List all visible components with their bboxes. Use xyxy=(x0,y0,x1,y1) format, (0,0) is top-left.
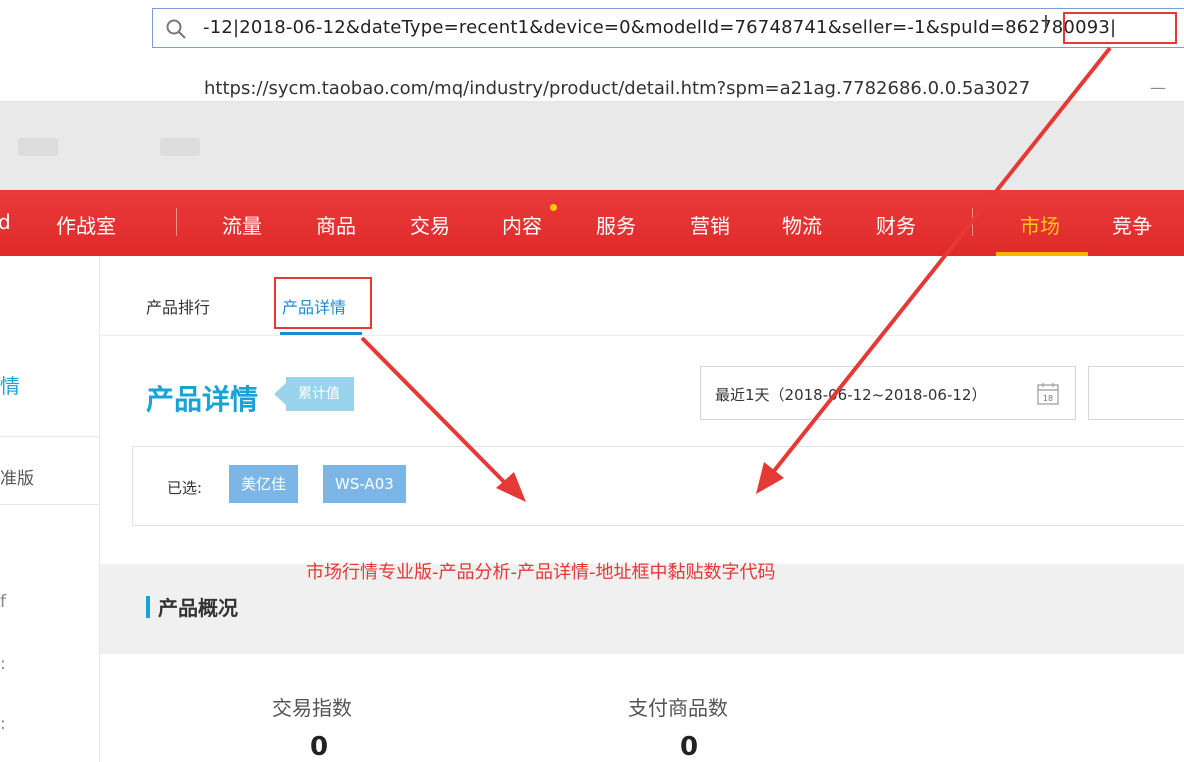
sidebar-divider xyxy=(0,504,100,505)
nav-separator xyxy=(176,208,177,236)
metric-value-trade-index: 0 xyxy=(310,732,329,762)
spuid-highlight-box xyxy=(1063,12,1177,44)
chip-brand[interactable]: 美亿佳 xyxy=(229,465,299,503)
cumulative-badge: 累计值 xyxy=(274,377,354,411)
browser-page: -12|2018-06-12&dateType=recent1&device=0… xyxy=(0,0,1184,762)
section-title: 产品概况 xyxy=(158,596,238,620)
selected-filter-box: 已选: 美亿佳 WS-A03 xyxy=(132,446,1184,526)
nav-item-products[interactable]: 商品 xyxy=(316,210,356,239)
calendar-icon[interactable]: 18 xyxy=(1035,381,1061,407)
nav-item-service[interactable]: 服务 xyxy=(596,210,636,239)
sidebar-item-partial[interactable]: f xyxy=(0,592,6,612)
sidebar-item-partial[interactable]: : xyxy=(0,654,6,674)
url-text[interactable]: -12|2018-06-12&dateType=recent1&device=0… xyxy=(203,17,1116,38)
tab-active-indicator xyxy=(280,332,362,335)
chip-model[interactable]: WS-A03 xyxy=(323,465,406,503)
instruction-annotation: 市场行情专业版-产品分析-产品详情-地址框中黏贴数字代码 xyxy=(306,562,776,583)
sidebar-item-partial[interactable]: : xyxy=(0,714,6,734)
date-range-text: 最近1天（2018-06-12~2018-06-12） xyxy=(715,386,987,404)
sub-tabs: 产品排行 产品详情 xyxy=(100,256,1184,336)
calendar-day: 18 xyxy=(1043,394,1053,403)
nav-item-war-room[interactable]: 作战室 xyxy=(56,210,116,239)
nav-separator xyxy=(972,208,973,236)
main-content: 产品排行 产品详情 产品详情 累计值 最近1天（2018-06-12~2018-… xyxy=(100,256,1184,762)
metrics-panel: 交易指数 0 支付商品数 0 xyxy=(100,654,1184,762)
url-suggestion[interactable]: https://sycm.taobao.com/mq/industry/prod… xyxy=(0,60,1184,102)
nav-item-logistics[interactable]: 物流 xyxy=(782,210,822,239)
page-title: 产品详情 xyxy=(146,383,259,416)
selected-label: 已选: xyxy=(167,479,203,497)
metric-label-paid-items: 支付商品数 xyxy=(628,696,728,720)
sidebar-item-standard[interactable]: 准版 xyxy=(0,464,34,489)
address-bar[interactable]: -12|2018-06-12&dateType=recent1&device=0… xyxy=(152,8,1184,48)
secondary-select[interactable] xyxy=(1088,366,1184,420)
logo-placeholder xyxy=(18,138,58,156)
text-cursor-icon: I xyxy=(1043,11,1049,35)
sidebar-divider xyxy=(0,436,100,437)
nav-item-traffic[interactable]: 流量 xyxy=(222,210,262,239)
section-accent-bar xyxy=(146,596,150,618)
metric-label-trade-index: 交易指数 xyxy=(272,696,352,720)
top-nav: d 作战室 流量 商品 交易 内容 服务 营销 物流 财务 市场 竞争 xyxy=(0,190,1184,256)
suggestion-url[interactable]: https://sycm.taobao.com/mq/industry/prod… xyxy=(204,78,1030,99)
notification-dot xyxy=(550,204,557,211)
sidebar: 情 准版 f : : xyxy=(0,256,100,762)
nav-item-market[interactable]: 市场 xyxy=(1020,210,1060,239)
sidebar-item-detail[interactable]: 情 xyxy=(0,370,20,399)
tab-highlight-box xyxy=(274,277,372,329)
nav-item-marketing[interactable]: 营销 xyxy=(690,210,730,239)
remove-suggestion-icon[interactable]: — xyxy=(1150,78,1166,97)
nav-item-partial[interactable]: d xyxy=(0,210,11,234)
nav-item-finance[interactable]: 财务 xyxy=(876,210,916,239)
address-bar-area: -12|2018-06-12&dateType=recent1&device=0… xyxy=(0,0,1184,60)
header-placeholder xyxy=(160,138,200,156)
date-range-picker[interactable]: 最近1天（2018-06-12~2018-06-12） 18 xyxy=(700,366,1076,420)
search-icon xyxy=(166,19,186,39)
nav-item-competition[interactable]: 竞争 xyxy=(1112,210,1152,239)
nav-item-content[interactable]: 内容 xyxy=(502,210,542,239)
product-overview-section: 产品概况 交易指数 0 支付商品数 0 xyxy=(100,564,1184,762)
header-band xyxy=(0,102,1184,190)
metric-value-paid-items: 0 xyxy=(680,732,699,762)
nav-item-trade[interactable]: 交易 xyxy=(410,210,450,239)
tab-product-ranking[interactable]: 产品排行 xyxy=(146,294,210,318)
